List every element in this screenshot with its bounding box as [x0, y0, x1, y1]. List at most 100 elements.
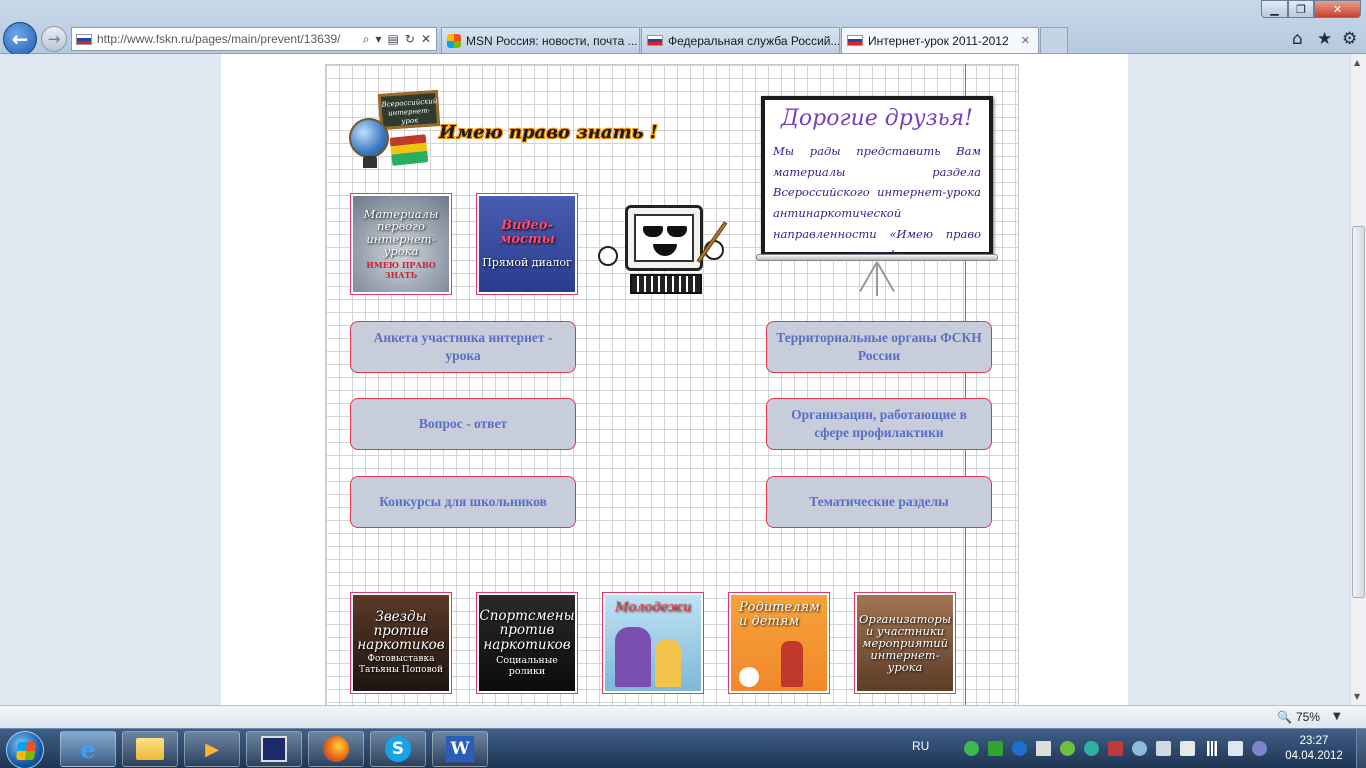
questionnaire-button[interactable]: Анкета участника интернет - урока — [350, 321, 576, 373]
thumb-subtitle: Фотовыставка Татьяны Поповой — [358, 654, 444, 676]
show-desktop-button[interactable] — [1356, 729, 1366, 768]
skype-taskbar-button[interactable]: S — [370, 731, 426, 767]
tab-fskn[interactable]: Федеральная служба Россий... — [641, 27, 840, 53]
back-button[interactable]: ← — [3, 22, 37, 56]
browser-chrome: ▁ ❐ ✕ ← → http://www.fskn.ru/pages/main/… — [0, 0, 1366, 56]
zoom-dropdown-icon[interactable]: ▼ — [1333, 711, 1341, 722]
prevention-organizations-button[interactable]: Организации, работающие в сфере профилак… — [766, 398, 992, 450]
internet-explorer-icon: e — [80, 734, 96, 764]
thumb-organizers-and-participants[interactable]: Организаторы и участники мероприятий инт… — [854, 592, 956, 694]
thumb-subtitle: Социальные ролики — [496, 654, 558, 677]
youth-figures-image — [615, 627, 651, 687]
globe-stand — [363, 156, 377, 168]
home-icon[interactable]: ⌂ — [1292, 29, 1303, 49]
family-image — [739, 667, 759, 687]
scrollbar-thumb[interactable] — [1352, 226, 1365, 598]
media-player-taskbar-button[interactable]: ▶ — [184, 731, 240, 767]
maximize-button[interactable]: ❐ — [1288, 0, 1314, 18]
save-taskbar-button[interactable] — [246, 731, 302, 767]
thumb-title: Организаторы и участники мероприятий инт… — [858, 611, 952, 675]
board-title: Дорогие друзья! — [781, 106, 973, 131]
tab-close-icon[interactable]: ✕ — [1021, 34, 1030, 47]
network-tool-icon[interactable] — [1084, 741, 1099, 756]
search-icon[interactable]: ⌕ — [363, 32, 370, 47]
word-taskbar-button[interactable]: W — [432, 731, 488, 767]
firefox-taskbar-button[interactable] — [308, 731, 364, 767]
thumb-athletes-against-drugs[interactable]: Спортсмены против наркотиков Социальные … — [476, 592, 578, 694]
folder-icon — [136, 738, 164, 760]
play-icon[interactable] — [988, 741, 1003, 756]
firefox-icon — [323, 736, 349, 762]
taskbar: e ▶ S W RU 23:27 04.04.2012 — [0, 728, 1366, 768]
accessibility-icon[interactable] — [1132, 741, 1147, 756]
updates-icon[interactable] — [1012, 741, 1027, 756]
minimize-button[interactable]: ▁ — [1261, 0, 1288, 18]
thumb-subtitle: Прямой диалог — [482, 256, 572, 270]
start-button[interactable] — [6, 731, 44, 768]
media-player-icon: ▶ — [205, 738, 219, 760]
thumb-youth[interactable]: Молодежи — [602, 592, 704, 694]
family-image — [781, 641, 803, 687]
forward-button[interactable]: → — [41, 26, 67, 52]
compatibility-icon[interactable]: ▤ — [388, 32, 399, 47]
ie-taskbar-button[interactable]: e — [60, 731, 116, 767]
refresh-icon[interactable]: ↻ — [405, 32, 415, 47]
back-arrow-icon: ← — [11, 27, 29, 51]
dropdown-icon[interactable]: ▾ — [376, 32, 382, 47]
language-indicator[interactable]: RU — [912, 739, 929, 753]
tab-label: Интернет-урок 2011-2012 — [868, 33, 1009, 48]
thumb-parents-and-children[interactable]: Родителям и детям — [728, 592, 830, 694]
thumb-title: Родителям и детям — [739, 600, 820, 629]
zoom-control[interactable]: 🔍 75% — [1277, 710, 1320, 724]
scroll-up-icon[interactable]: ▲ — [1354, 58, 1360, 67]
cloud-icon[interactable] — [1252, 741, 1267, 756]
vertical-scrollbar[interactable]: ▲ ▼ — [1350, 54, 1366, 705]
status-bar: 🔍 75% ▼ — [0, 705, 1366, 728]
books-icon — [389, 134, 429, 166]
monitor-icon — [625, 205, 703, 271]
signal-bars-icon[interactable] — [1204, 741, 1219, 756]
site-favicon-icon — [76, 33, 92, 45]
skype-icon: S — [385, 736, 411, 762]
explorer-taskbar-button[interactable] — [122, 731, 178, 767]
left-glove — [598, 246, 618, 266]
thumb-first-lesson-materials[interactable]: Материалы первого интернет-урока ИМЕЮ ПР… — [350, 193, 452, 295]
presentation-board: Дорогие друзья! Мы рады представить Вам … — [756, 92, 1000, 298]
chalkboard-image: Всероссийский интернет-урок — [377, 89, 441, 131]
tab-msn[interactable]: MSN Россия: новости, почта ... — [441, 27, 640, 53]
system-clock[interactable]: 23:27 04.04.2012 — [1283, 734, 1345, 764]
computer-mascot-image — [598, 202, 748, 302]
thematic-sections-button[interactable]: Тематические разделы — [766, 476, 992, 528]
volume-icon[interactable] — [1228, 741, 1243, 756]
thumb-title: Звезды против наркотиков — [357, 608, 445, 654]
thumb-title: Материалы первого интернет-урока — [363, 207, 439, 258]
page-content: Всероссийский интернет-урок Имею право з… — [221, 54, 1128, 705]
clock-date: 04.04.2012 — [1285, 750, 1343, 762]
action-center-flag-icon[interactable] — [1036, 741, 1051, 756]
tab-internet-lesson[interactable]: Интернет-урок 2011-2012 ✕ — [841, 27, 1039, 53]
favorites-star-icon[interactable]: ★ — [1317, 29, 1332, 49]
address-url[interactable]: http://www.fskn.ru/pages/main/prevent/13… — [97, 32, 358, 46]
address-bar[interactable]: http://www.fskn.ru/pages/main/prevent/13… — [71, 27, 437, 51]
scroll-down-icon[interactable]: ▼ — [1354, 692, 1360, 701]
antivirus-icon[interactable] — [1060, 741, 1075, 756]
zoom-icon: 🔍 — [1277, 710, 1292, 724]
stop-icon[interactable]: ✕ — [421, 32, 431, 47]
thumb-stars-against-drugs[interactable]: Звезды против наркотиков Фотовыставка Та… — [350, 592, 452, 694]
new-tab-button[interactable] — [1040, 27, 1068, 53]
thumb-title: Видео-мосты — [499, 217, 555, 247]
qa-button[interactable]: Вопрос - ответ — [350, 398, 576, 450]
clock-time: 23:27 — [1299, 735, 1329, 747]
disconnect-icon[interactable] — [1108, 741, 1123, 756]
tab-label: MSN Россия: новости, почта ... — [466, 33, 638, 48]
close-window-button[interactable]: ✕ — [1314, 0, 1361, 18]
pin-icon[interactable] — [1156, 741, 1171, 756]
tab-label: Федеральная служба Россий... — [668, 33, 840, 48]
security-icon[interactable] — [964, 741, 979, 756]
contests-button[interactable]: Конкурсы для школьников — [350, 476, 576, 528]
gear-icon[interactable]: ⚙ — [1342, 29, 1357, 49]
thumb-video-bridges[interactable]: Видео-мосты Прямой диалог — [476, 193, 578, 295]
territorial-bodies-button[interactable]: Территориальные органы ФСКН России — [766, 321, 992, 373]
device-icon[interactable] — [1180, 741, 1195, 756]
keyboard-icon — [630, 274, 702, 294]
